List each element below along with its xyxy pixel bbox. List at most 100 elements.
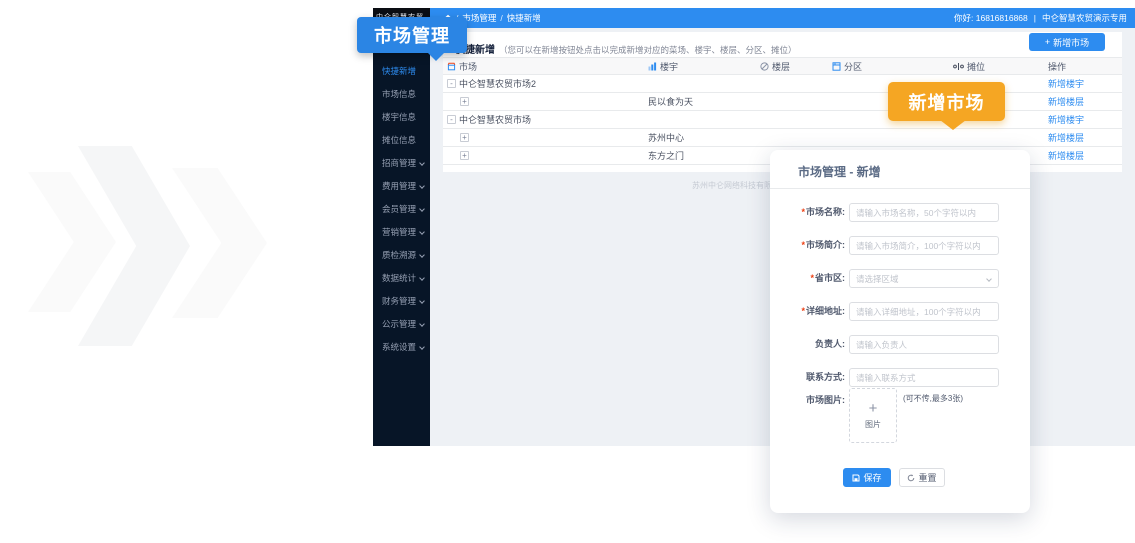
chevron-down-icon	[986, 276, 992, 282]
topbar-right: 你好: 16816816868 | 中仑智慧农贸演示专用	[954, 12, 1127, 24]
field-label: 负责人:	[815, 339, 845, 349]
expand-toggle[interactable]: +	[460, 133, 469, 142]
chevron-down-icon	[419, 344, 425, 350]
table-row: + 苏州中心 新增楼层	[443, 129, 1122, 147]
collapse-toggle[interactable]: -	[447, 115, 456, 124]
callout-market-management: 市场管理	[357, 17, 467, 53]
sidebar-item-stall-info[interactable]: 摊位信息	[373, 129, 430, 152]
tenant-name[interactable]: 中仑智慧农贸演示专用	[1042, 12, 1127, 24]
callout-add-market: 新增市场	[888, 82, 1005, 121]
market-name-input[interactable]	[849, 203, 999, 222]
market-name: 中仑智慧农贸市场	[459, 113, 531, 126]
add-building-link[interactable]: 新增楼宇	[1048, 111, 1084, 128]
add-floor-link[interactable]: 新增楼层	[1048, 129, 1084, 146]
form-row-market-intro: *市场简介:	[770, 236, 1030, 255]
sidebar-item-public-mgmt[interactable]: 公示管理	[373, 313, 430, 336]
col-building[interactable]: 楼宇	[660, 60, 678, 73]
form-row-region: *省市区: 请选择区域	[770, 269, 1030, 288]
chevron-down-icon	[419, 275, 425, 281]
callout-arrow-down-icon	[427, 52, 445, 61]
user-greeting[interactable]: 你好: 16816816868	[954, 12, 1028, 24]
market-name: 中仑智慧农贸市场2	[459, 77, 536, 90]
form-row-manager: 负责人:	[770, 335, 1030, 354]
collapse-toggle[interactable]: -	[447, 79, 456, 88]
chevron-down-icon	[419, 206, 425, 212]
stall-icon	[953, 62, 964, 71]
add-building-link[interactable]: 新增楼宇	[1048, 75, 1084, 92]
chevron-down-icon	[419, 229, 425, 235]
chevron-down-icon	[419, 183, 425, 189]
sidebar-item-recruit-mgmt[interactable]: 招商管理	[373, 152, 430, 175]
table-header-row: 市场 楼宇 楼层 分区	[443, 57, 1122, 75]
field-label: 市场名称:	[806, 207, 845, 217]
field-label: 省市区:	[815, 273, 845, 283]
sidebar: 中仑智慧农贸 快捷新增 市场信息 楼宇信息 摊位信息 招商管理 费用管理 会员管…	[373, 8, 430, 446]
col-zone[interactable]: 分区	[844, 60, 862, 73]
decor-chevron-small-left	[28, 172, 116, 312]
sidebar-item-system-settings[interactable]: 系统设置	[373, 336, 430, 359]
reset-button[interactable]: 重置	[899, 468, 945, 487]
sidebar-item-building-info[interactable]: 楼宇信息	[373, 106, 430, 129]
card-header: 快捷新增（您可以在新增按钮处点击以完成新增对应的菜场、楼宇、楼层、分区、摊位） …	[443, 32, 1122, 58]
col-stall[interactable]: 摊位	[967, 60, 985, 73]
breadcrumb-separator: /	[500, 13, 502, 23]
photo-upload-box[interactable]: + 图片	[849, 388, 897, 443]
modal-divider	[770, 188, 1030, 189]
add-floor-link[interactable]: 新增楼层	[1048, 93, 1084, 110]
table-row: -中仑智慧农贸市场 新增楼宇	[443, 111, 1122, 129]
field-label: 详细地址:	[806, 306, 845, 316]
region-select[interactable]: 请选择区域	[849, 269, 999, 288]
callout-arrow-down-icon	[940, 120, 966, 130]
topbar-divider: |	[1034, 13, 1036, 23]
field-label-market-photo: 市场图片:	[770, 393, 845, 406]
field-label: 市场简介:	[806, 240, 845, 250]
sidebar-item-data-stats[interactable]: 数据统计	[373, 267, 430, 290]
add-market-button[interactable]: + 新增市场	[1029, 33, 1105, 51]
plus-icon: +	[1045, 37, 1050, 47]
zone-icon	[832, 62, 841, 71]
form-row-contact: 联系方式:	[770, 368, 1030, 387]
expand-toggle[interactable]: +	[460, 97, 469, 106]
table-row: -中仑智慧农贸市场2 新增楼宇	[443, 75, 1122, 93]
modal-title: 市场管理 - 新增	[798, 163, 881, 180]
add-floor-link[interactable]: 新增楼层	[1048, 147, 1084, 164]
sidebar-item-finance-mgmt[interactable]: 财务管理	[373, 290, 430, 313]
required-mark: *	[801, 306, 805, 316]
building-icon	[648, 62, 657, 71]
building-name: 苏州中心	[648, 129, 684, 146]
sidebar-item-market-info[interactable]: 市场信息	[373, 83, 430, 106]
save-button[interactable]: 保存	[843, 468, 891, 487]
breadcrumb-market-mgmt[interactable]: 市场管理	[462, 12, 496, 24]
chevron-down-icon	[419, 252, 425, 258]
breadcrumb-quick-add[interactable]: 快捷新增	[507, 12, 541, 24]
manager-input[interactable]	[849, 335, 999, 354]
market-icon	[447, 62, 456, 71]
required-mark: *	[810, 273, 814, 283]
plus-icon: +	[869, 402, 878, 416]
region-select-placeholder: 请选择区域	[856, 273, 899, 285]
markets-table: 市场 楼宇 楼层 分区	[443, 57, 1122, 165]
save-icon	[852, 474, 860, 482]
table-row: + 民以食为天 新增楼层	[443, 93, 1122, 111]
sidebar-item-member-mgmt[interactable]: 会员管理	[373, 198, 430, 221]
add-market-modal: 市场管理 - 新增 *市场名称: *市场简介: *省市区: 请选择区域 *详细地…	[770, 150, 1030, 513]
form-row-market-name: *市场名称:	[770, 203, 1030, 222]
market-intro-input[interactable]	[849, 236, 999, 255]
upload-box-label: 图片	[865, 419, 881, 430]
sidebar-item-marketing-mgmt[interactable]: 营销管理	[373, 221, 430, 244]
col-floor[interactable]: 楼层	[772, 60, 790, 73]
upload-note: (可不传,最多3张)	[903, 393, 963, 404]
expand-toggle[interactable]: +	[460, 151, 469, 160]
sidebar-menu: 快捷新增 市场信息 楼宇信息 摊位信息 招商管理 费用管理 会员管理 营销管理 …	[373, 60, 430, 359]
contact-input[interactable]	[849, 368, 999, 387]
col-market[interactable]: 市场	[459, 60, 477, 73]
address-input[interactable]	[849, 302, 999, 321]
page-note: （您可以在新增按钮处点击以完成新增对应的菜场、楼宇、楼层、分区、摊位）	[499, 45, 797, 55]
topbar: / 市场管理 / 快捷新增 你好: 16816816868 | 中仑智慧农贸演示…	[430, 8, 1135, 28]
field-label: 联系方式:	[806, 372, 845, 382]
sidebar-item-fee-mgmt[interactable]: 费用管理	[373, 175, 430, 198]
form-row-address: *详细地址:	[770, 302, 1030, 321]
refresh-icon	[907, 474, 915, 482]
sidebar-item-quality-trace[interactable]: 质检溯源	[373, 244, 430, 267]
sidebar-item-quick-add[interactable]: 快捷新增	[373, 60, 430, 83]
